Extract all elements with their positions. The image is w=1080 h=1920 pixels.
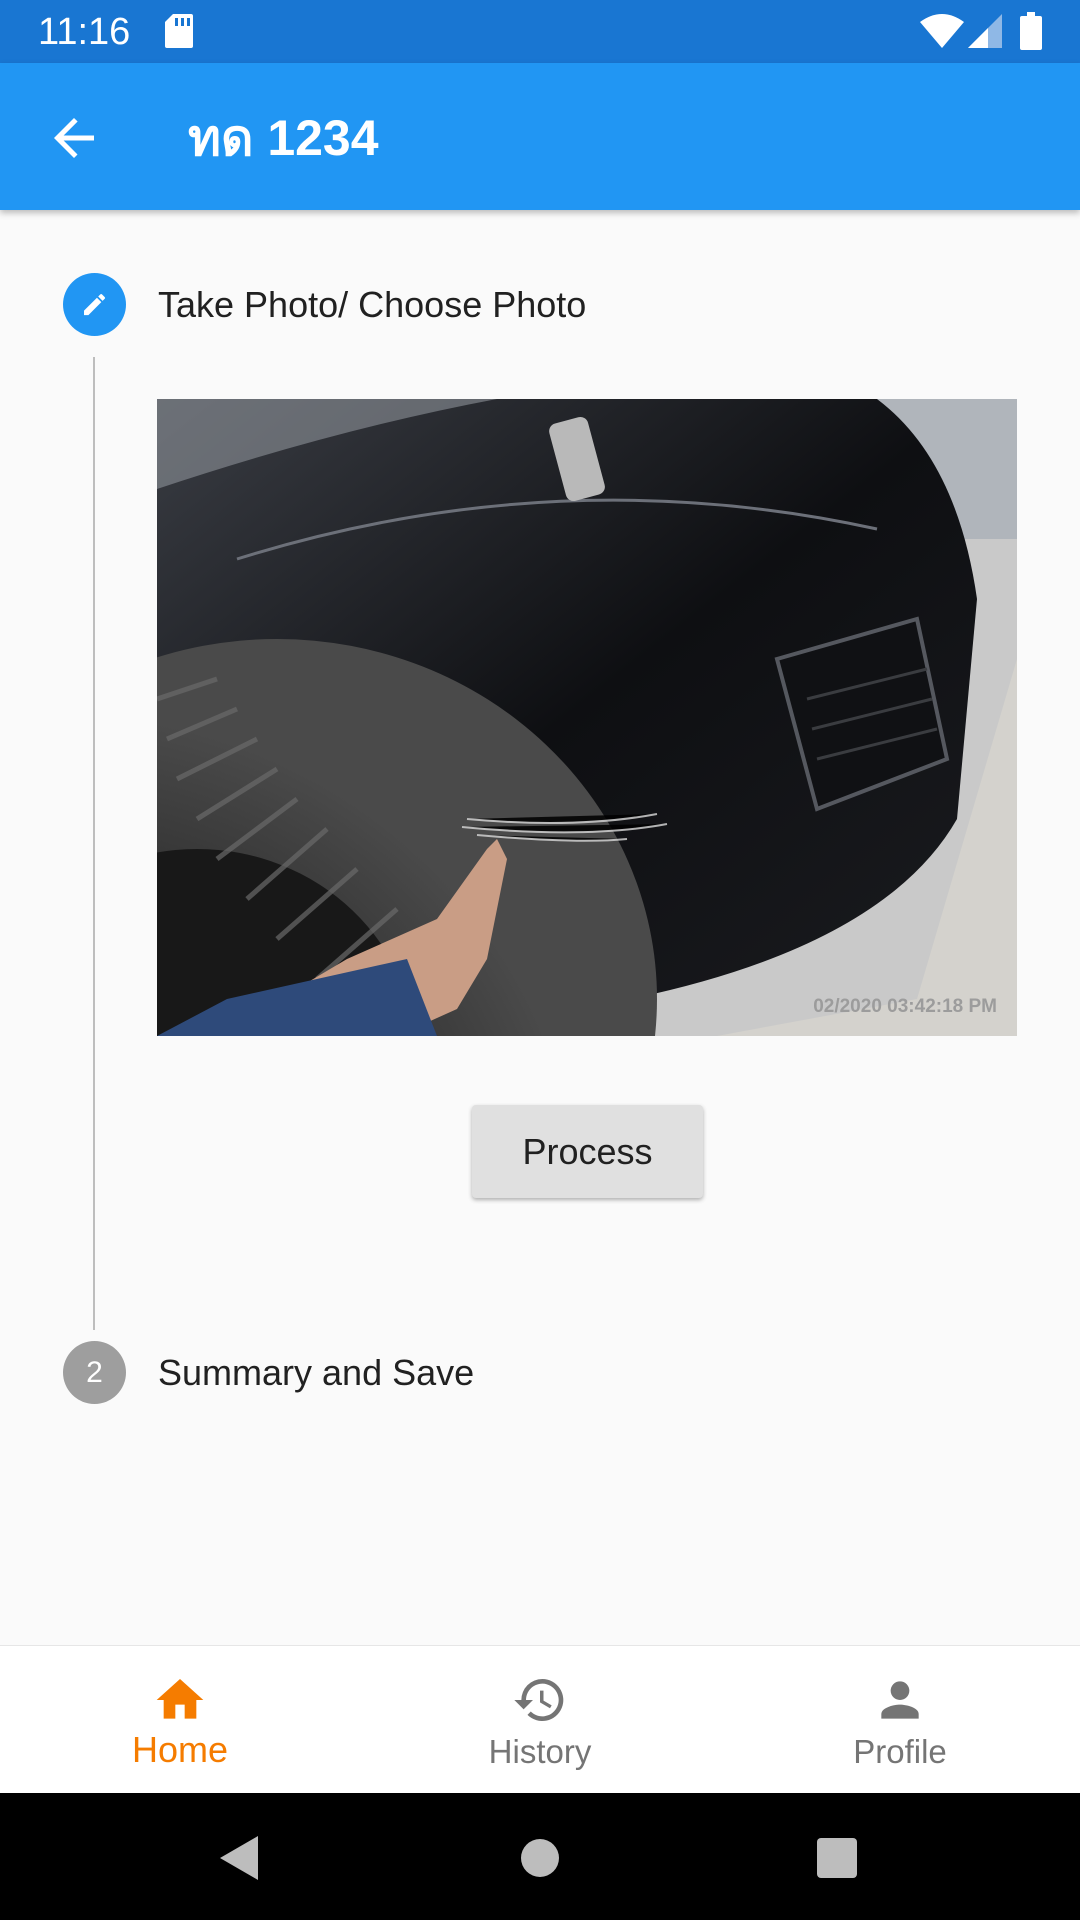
- nav-profile-label: Profile: [853, 1733, 947, 1770]
- step-2-title[interactable]: Summary and Save: [158, 1351, 474, 1395]
- page-title: ทด 1234: [188, 110, 379, 166]
- signal-icon: [968, 14, 1002, 48]
- process-button[interactable]: Process: [472, 1105, 703, 1198]
- battery-icon: [1020, 12, 1042, 50]
- nav-history[interactable]: History: [360, 1646, 720, 1794]
- photo-timestamp: 02/2020 03:42:18 PM: [813, 996, 997, 1017]
- status-bar: 11:16: [0, 0, 1080, 63]
- home-icon: [156, 1679, 204, 1719]
- car-damage-image: [157, 399, 1017, 1036]
- nav-home[interactable]: Home: [0, 1646, 360, 1794]
- system-back-icon[interactable]: [210, 1828, 270, 1888]
- step-1-title[interactable]: Take Photo/ Choose Photo: [158, 283, 586, 327]
- nav-home-label: Home: [131, 1729, 229, 1770]
- step-connector-line: [93, 357, 95, 1330]
- status-time: 11:16: [38, 11, 131, 53]
- step-1-indicator[interactable]: [63, 273, 126, 336]
- nav-profile[interactable]: Profile: [720, 1646, 1080, 1794]
- app-bar: ทด 1234: [0, 63, 1080, 210]
- nav-history-label: History: [488, 1733, 592, 1770]
- edit-icon: [84, 294, 106, 316]
- bottom-navigation: Home History Profile: [0, 1645, 1080, 1794]
- back-button[interactable]: [44, 108, 104, 168]
- stepper: Take Photo/ Choose Photo 02/2020 03:42:1…: [0, 210, 1080, 1645]
- history-icon: [514, 1679, 564, 1721]
- system-recents-icon[interactable]: [807, 1828, 867, 1888]
- wifi-icon: [920, 14, 964, 48]
- system-home-icon[interactable]: [510, 1828, 570, 1888]
- system-navigation-bar: [0, 1793, 1080, 1920]
- arrow-back-icon: [54, 118, 94, 158]
- damage-photo[interactable]: 02/2020 03:42:18 PM: [157, 399, 1017, 1036]
- step-2-indicator[interactable]: 2: [63, 1341, 126, 1404]
- person-icon: [881, 1681, 919, 1719]
- sd-card-icon: [165, 14, 193, 48]
